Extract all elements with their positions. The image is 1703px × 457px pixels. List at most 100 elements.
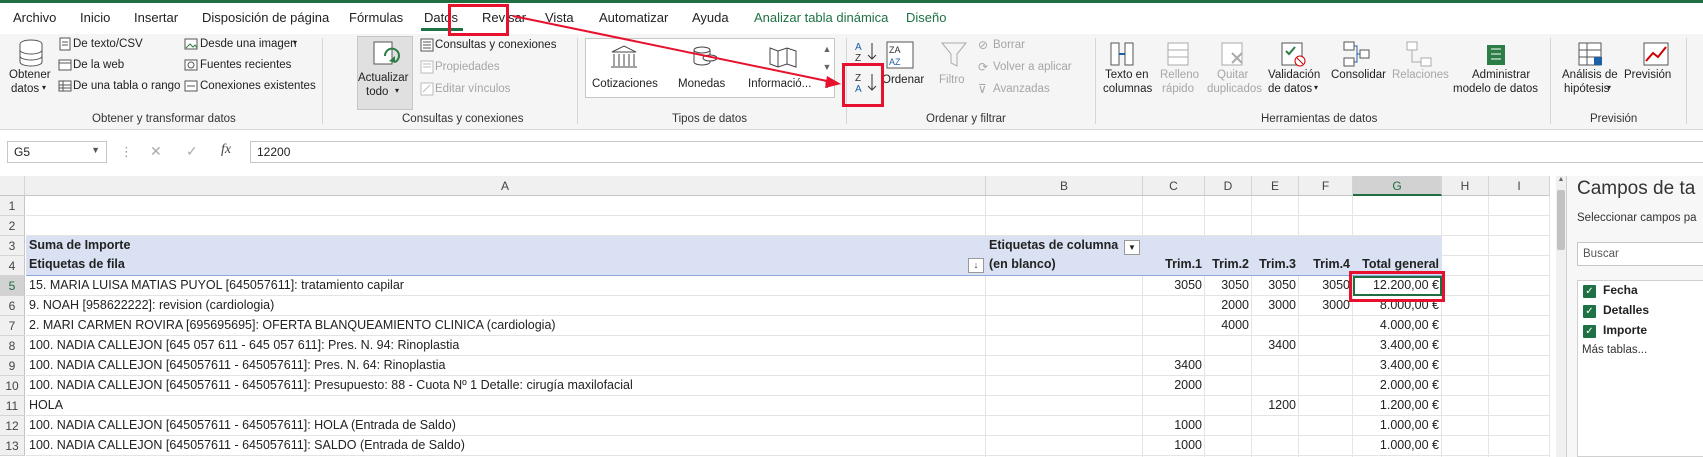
filtro-button[interactable]: Filtro [939, 74, 965, 86]
row-header-4[interactable]: 4 [0, 256, 25, 276]
tab-archivo[interactable]: Archivo [13, 10, 56, 25]
column-header-f[interactable]: F [1299, 176, 1353, 196]
de-tabla-rango-button[interactable]: De una tabla o rango [73, 80, 180, 92]
cancel-icon[interactable]: ✕ [150, 143, 162, 160]
column-header-g[interactable]: G [1353, 176, 1442, 196]
borrar-button[interactable]: Borrar [993, 39, 1025, 51]
informacion-button[interactable]: Informació... [748, 78, 811, 90]
pivot-cell-e[interactable]: 3400 [1252, 338, 1299, 356]
pivot-cell-c[interactable] [1143, 398, 1205, 416]
pivot-cell-d[interactable] [1205, 378, 1252, 396]
field-checkbox-fecha[interactable]: ✓ [1583, 285, 1596, 298]
avanzadas-button[interactable]: Avanzadas [993, 83, 1050, 95]
tab-ayuda[interactable]: Ayuda [692, 10, 729, 25]
check-icon[interactable]: ✓ [186, 143, 198, 160]
tab-insertar[interactable]: Insertar [134, 10, 178, 25]
chevron-down-icon[interactable]: ▼ [91, 145, 100, 155]
pivot-cell-label[interactable]: 100. NADIA CALLEJON [645057611 - 6450576… [26, 438, 966, 456]
column-filter-dropdown-icon[interactable]: ▼ [1124, 240, 1140, 255]
pivot-cell-c[interactable] [1143, 298, 1205, 316]
pivot-cell-label[interactable]: 100. NADIA CALLEJON [645 057 611 - 645 0… [26, 338, 966, 356]
desde-imagen-button[interactable]: Desde una imagen [200, 38, 297, 50]
consolidar-button[interactable]: Consolidar [1331, 69, 1386, 81]
pivot-cell-f[interactable] [1299, 438, 1353, 456]
pivot-cell-label[interactable]: 9. NOAH [958622222]: revision (cardiolog… [26, 298, 966, 316]
pivot-cell-d[interactable]: 4000 [1205, 318, 1252, 336]
column-header-i[interactable]: I [1489, 176, 1550, 196]
function-icon[interactable]: fx [221, 142, 231, 158]
row-header-11[interactable]: 11 [0, 396, 25, 416]
row-header-10[interactable]: 10 [0, 376, 25, 396]
row-sort-dropdown-icon[interactable]: ↓ [968, 258, 984, 273]
obtener-datos-label-2[interactable]: datos [11, 83, 39, 95]
validacion-label-2[interactable]: de datos [1268, 83, 1312, 95]
database-icon[interactable] [17, 38, 45, 68]
more-tables-link[interactable]: Más tablas... [1582, 344, 1647, 356]
pivot-cell-e[interactable]: 3000 [1252, 298, 1299, 316]
pivot-cell-e[interactable] [1252, 438, 1299, 456]
field-checkbox-detalles[interactable]: ✓ [1583, 305, 1596, 318]
field-checkbox-importe[interactable]: ✓ [1583, 325, 1596, 338]
cotizaciones-button[interactable]: Cotizaciones [592, 78, 658, 90]
field-search-box[interactable]: Buscar [1577, 242, 1703, 266]
pivot-cell-e[interactable] [1252, 378, 1299, 396]
ordenar-button[interactable]: Ordenar [882, 74, 924, 86]
tab-inicio[interactable]: Inicio [80, 10, 110, 25]
column-header-d[interactable]: D [1205, 176, 1252, 196]
column-header-c[interactable]: C [1143, 176, 1205, 196]
pivot-cell-f[interactable] [1299, 338, 1353, 356]
pivot-cell-g[interactable]: 4.000,00 € [1353, 318, 1442, 336]
de-texto-csv-button[interactable]: De texto/CSV [73, 38, 143, 50]
pivot-cell-c[interactable]: 1000 [1143, 418, 1205, 436]
pivot-cell-d[interactable] [1205, 338, 1252, 356]
field-label[interactable]: Detalles [1603, 303, 1649, 317]
pivot-cell-g[interactable]: 1.000,00 € [1353, 438, 1442, 456]
pivot-cell-e[interactable]: 3050 [1252, 278, 1299, 296]
row-header-8[interactable]: 8 [0, 336, 25, 356]
pivot-cell-f[interactable] [1299, 378, 1353, 396]
row-header-7[interactable]: 7 [0, 316, 25, 336]
tab-diseno[interactable]: Diseño [906, 10, 946, 25]
pivot-cell-f[interactable] [1299, 398, 1353, 416]
pivot-cell-e[interactable] [1252, 418, 1299, 436]
pivot-cell-e[interactable] [1252, 318, 1299, 336]
conexiones-existentes-button[interactable]: Conexiones existentes [200, 80, 316, 92]
pivot-cell-d[interactable] [1205, 358, 1252, 376]
tab-analizar-tabla[interactable]: Analizar tabla dinámica [754, 10, 888, 25]
consultas-conexiones-button[interactable]: Consultas y conexiones [435, 39, 556, 51]
row-header-13[interactable]: 13 [0, 436, 25, 456]
pivot-cell-e[interactable]: 1200 [1252, 398, 1299, 416]
pivot-cell-g[interactable]: 1.200,00 € [1353, 398, 1442, 416]
tab-automatizar[interactable]: Automatizar [599, 10, 668, 25]
tab-formulas[interactable]: Fórmulas [349, 10, 403, 25]
pivot-cell-c[interactable] [1143, 318, 1205, 336]
pivot-cell-label[interactable]: 100. NADIA CALLEJON [645057611 - 6450576… [26, 358, 966, 376]
pivot-cell-d[interactable]: 3050 [1205, 278, 1252, 296]
sort-ascending-icon[interactable]: A Z [853, 40, 879, 62]
formula-input[interactable]: 12200 [250, 141, 1703, 163]
column-header-e[interactable]: E [1252, 176, 1299, 196]
pivot-cell-label[interactable]: HOLA [26, 398, 966, 416]
quitar-duplicados-label-1[interactable]: Quitar [1217, 69, 1248, 81]
volver-aplicar-button[interactable]: Volver a aplicar [993, 61, 1072, 73]
de-la-web-button[interactable]: De la web [73, 59, 124, 71]
fuentes-recientes-button[interactable]: Fuentes recientes [200, 59, 291, 71]
select-all-corner[interactable] [0, 176, 25, 196]
column-header-h[interactable]: H [1442, 176, 1489, 196]
pivot-cell-d[interactable]: 2000 [1205, 298, 1252, 316]
pivot-cell-f[interactable] [1299, 418, 1353, 436]
name-box[interactable]: G5 ▼ [7, 141, 107, 163]
pivot-cell-f[interactable]: 3000 [1299, 298, 1353, 316]
texto-columnas-label-1[interactable]: Texto en [1105, 69, 1148, 81]
pivot-cell-label[interactable]: 2. MARI CARMEN ROVIRA [695695695]: OFERT… [26, 318, 966, 336]
pivot-cell-g[interactable]: 1.000,00 € [1353, 418, 1442, 436]
row-header-12[interactable]: 12 [0, 416, 25, 436]
pivot-cell-g[interactable]: 2.000,00 € [1353, 378, 1442, 396]
pivot-cell-d[interactable] [1205, 398, 1252, 416]
tab-disposicion[interactable]: Disposición de página [202, 10, 329, 25]
pivot-cell-f[interactable]: 3050 [1299, 278, 1353, 296]
pivot-cell-f[interactable] [1299, 318, 1353, 336]
pivot-cell-c[interactable]: 3400 [1143, 358, 1205, 376]
texto-columnas-label-2[interactable]: columnas [1103, 83, 1152, 95]
row-header-2[interactable]: 2 [0, 216, 25, 236]
